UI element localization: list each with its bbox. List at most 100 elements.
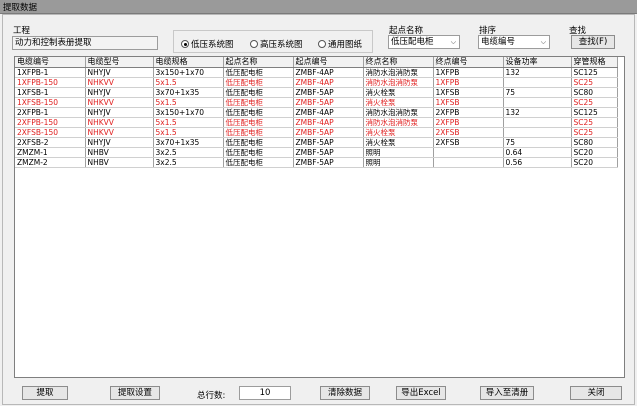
table-cell: 消火栓泵 [363, 137, 434, 148]
radio-general-drawing[interactable]: 通用图纸 [318, 38, 362, 50]
table-cell: 2XFSB [433, 137, 504, 148]
table-cell: 消火栓泵 [363, 127, 434, 138]
close-button[interactable]: 关闭 [570, 386, 622, 400]
import-to-list-button[interactable]: 导入至清册 [480, 386, 534, 400]
table-cell: 75 [503, 87, 572, 98]
table-cell [503, 117, 572, 128]
column-header[interactable]: 电缆型号 [85, 57, 154, 68]
table-cell: NHBV [85, 147, 154, 158]
cable-data-grid[interactable]: 电缆编号 电缆型号 电缆规格 起点名称 起点编号 终点名称 终点编号 设备功率 穿管规格 1XF… [14, 56, 625, 378]
table-cell: 2XFSB-150 [15, 127, 86, 138]
table-cell: 消火栓泵 [363, 87, 434, 98]
table-cell: 132 [503, 67, 572, 78]
table-row[interactable]: 1XFPB-150 NHKVV 5x1.5 低压配电柜 ZMBF-4AP 消防水泡消防泵 1… [15, 77, 618, 88]
table-cell: 2XFPB-1 [15, 107, 86, 118]
table-cell: 0.56 [503, 157, 572, 168]
table-cell: 低压配电柜 [223, 67, 294, 78]
table-cell: 0.64 [503, 147, 572, 158]
column-header[interactable]: 设备功率 [503, 57, 572, 68]
clear-data-button[interactable]: 清除数据 [320, 386, 370, 400]
column-header[interactable]: 起点名称 [223, 57, 294, 68]
table-cell: 消防水泡消防泵 [363, 117, 434, 128]
sort-value: 电缆编号 [481, 37, 516, 47]
column-header[interactable]: 穿管规格 [571, 57, 618, 68]
total-rows-value: 10 [239, 386, 291, 400]
table-cell: 3x150+1x70 [153, 107, 224, 118]
table-cell: 1XFPB-150 [15, 77, 86, 88]
chevron-down-icon: ⌵ [450, 38, 456, 46]
table-cell: 消防水泡消防泵 [363, 107, 434, 118]
project-label: 工程 [13, 26, 31, 36]
table-cell: ZMBF-5AP [293, 137, 364, 148]
export-excel-button[interactable]: 导出Excel [396, 386, 446, 400]
table-cell: 75 [503, 137, 572, 148]
table-cell: 照明 [363, 157, 434, 168]
table-cell: NHYJV [85, 107, 154, 118]
table-cell: 2XFPB [433, 117, 504, 128]
table-cell: 5x1.5 [153, 127, 224, 138]
column-header[interactable]: 终点名称 [363, 57, 434, 68]
start-name-value: 低压配电柜 [391, 37, 434, 47]
column-header[interactable]: 终点编号 [433, 57, 504, 68]
table-cell: 消防水泡消防泵 [363, 67, 434, 78]
table-cell: NHYJV [85, 137, 154, 148]
table-row[interactable]: 2XFSB-150 NHKVV 5x1.5 低压配电柜 ZMBF-5AP 消火栓泵 2XFS… [15, 127, 618, 138]
table-cell: SC80 [571, 137, 618, 148]
table-cell: 1XFSB [433, 97, 504, 108]
radio-unchecked-icon [318, 40, 326, 48]
table-cell: 消火栓泵 [363, 97, 434, 108]
table-cell: ZMBF-5AP [293, 147, 364, 158]
table-cell: 低压配电柜 [223, 117, 294, 128]
start-name-select[interactable]: 低压配电柜 ⌵ [388, 35, 460, 49]
table-row[interactable]: ZMZM-1 NHBV 3x2.5 低压配电柜 ZMBF-5AP 照明 0.64 SC20 [15, 147, 618, 158]
table-cell: 3x70+1x35 [153, 87, 224, 98]
table-cell: SC25 [571, 127, 618, 138]
table-cell: ZMBF-5AP [293, 87, 364, 98]
table-cell: 低压配电柜 [223, 107, 294, 118]
table-cell [433, 157, 504, 168]
system-type-group: 低压系统图 高压系统图 通用图纸 [173, 30, 373, 53]
radio-checked-icon [181, 40, 189, 48]
table-cell: ZMBF-4AP [293, 117, 364, 128]
table-cell: 1XFPB [433, 77, 504, 88]
table-cell: 低压配电柜 [223, 147, 294, 158]
table-cell: 低压配电柜 [223, 77, 294, 88]
sort-select[interactable]: 电缆编号 ⌵ [478, 35, 550, 49]
radio-low-voltage[interactable]: 低压系统图 [181, 38, 234, 50]
column-header[interactable]: 起点编号 [293, 57, 364, 68]
table-cell: 2XFSB-2 [15, 137, 86, 148]
table-row[interactable]: 1XFSB-1 NHYJV 3x70+1x35 低压配电柜 ZMBF-5AP 消火栓泵 1X… [15, 87, 618, 98]
extract-button[interactable]: 提取 [22, 386, 68, 400]
table-row[interactable]: 2XFPB-150 NHKVV 5x1.5 低压配电柜 ZMBF-4AP 消防水泡消防泵 2… [15, 117, 618, 128]
column-header[interactable]: 电缆编号 [15, 57, 86, 68]
radio-label: 低压系统图 [191, 40, 234, 50]
radio-high-voltage[interactable]: 高压系统图 [250, 38, 303, 50]
table-cell: SC25 [571, 117, 618, 128]
table-row[interactable]: 1XFSB-150 NHKVV 5x1.5 低压配电柜 ZMBF-5AP 消火栓泵 1XFS… [15, 97, 618, 108]
table-cell: 低压配电柜 [223, 87, 294, 98]
table-cell: ZMBF-5AP [293, 157, 364, 168]
table-row[interactable]: 1XFPB-1 NHYJV 3x150+1x70 低压配电柜 ZMBF-4AP 消防水泡消… [15, 67, 618, 78]
chevron-down-icon: ⌵ [540, 38, 546, 46]
table-cell: 5x1.5 [153, 97, 224, 108]
table-cell: 3x2.5 [153, 157, 224, 168]
table-row[interactable]: 2XFPB-1 NHYJV 3x150+1x70 低压配电柜 ZMBF-4AP 消防水泡消… [15, 107, 618, 118]
table-cell: NHYJV [85, 67, 154, 78]
table-cell: 5x1.5 [153, 117, 224, 128]
column-header[interactable]: 电缆规格 [153, 57, 224, 68]
table-cell [503, 97, 572, 108]
table-cell: NHKVV [85, 97, 154, 108]
extract-settings-button[interactable]: 提取设置 [110, 386, 160, 400]
table-row[interactable]: ZMZM-2 NHBV 3x2.5 低压配电柜 ZMBF-5AP 照明 0.56 SC20 [15, 157, 618, 168]
table-cell: ZMBF-5AP [293, 127, 364, 138]
table-cell: NHKVV [85, 127, 154, 138]
table-cell: 3x150+1x70 [153, 67, 224, 78]
search-button[interactable]: 查找(F) [571, 35, 615, 49]
window-titlebar: 提取数据 [0, 0, 637, 14]
table-cell: 1XFSB-150 [15, 97, 86, 108]
table-row[interactable]: 2XFSB-2 NHYJV 3x70+1x35 低压配电柜 ZMBF-5AP 消火栓泵 2X… [15, 137, 618, 148]
table-cell: SC125 [571, 67, 618, 78]
table-cell: ZMBF-4AP [293, 67, 364, 78]
table-cell: NHKVV [85, 77, 154, 88]
table-cell: 2XFPB [433, 107, 504, 118]
